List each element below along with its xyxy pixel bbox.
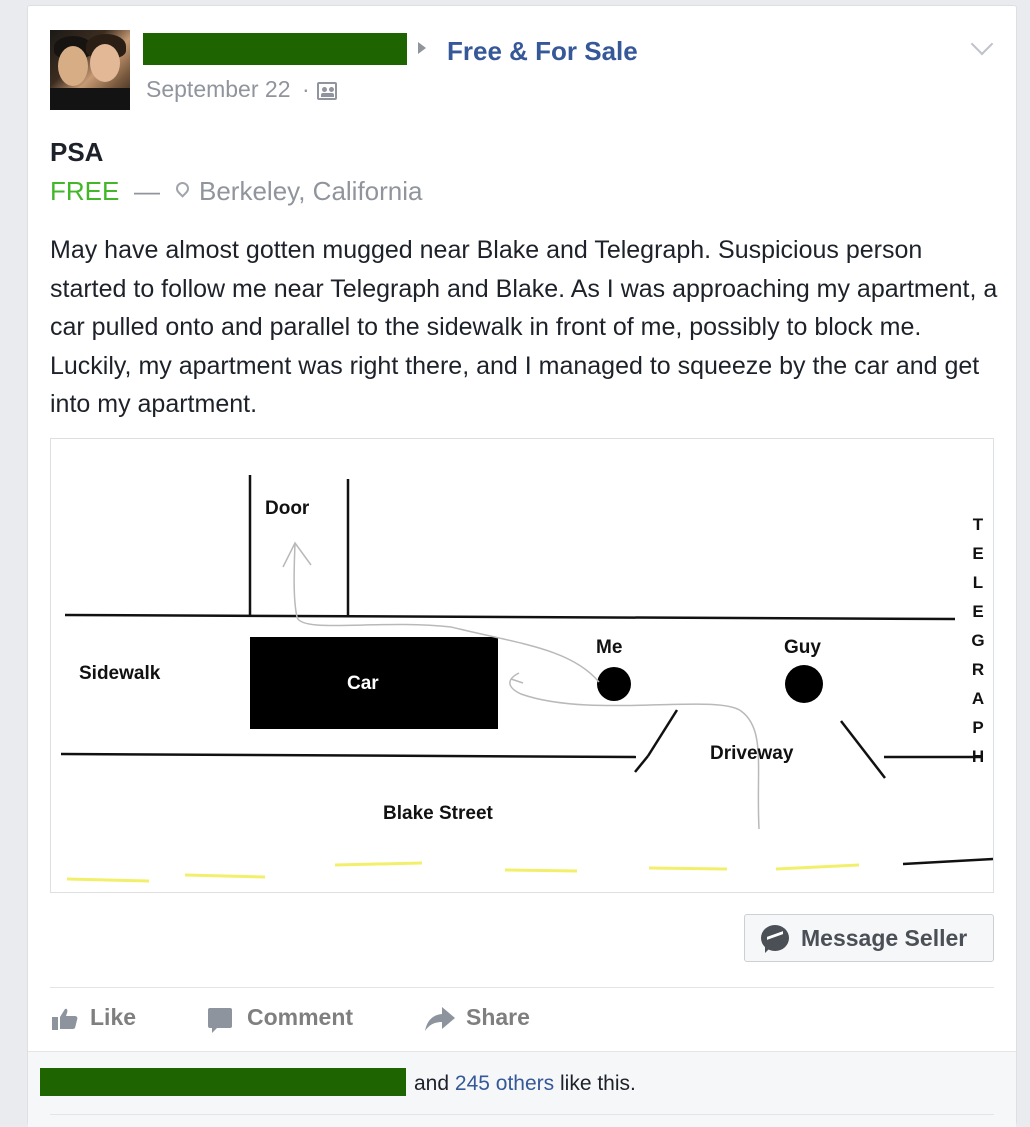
chevron-down-icon[interactable]	[970, 32, 994, 56]
message-seller-button[interactable]: Message Seller	[744, 914, 994, 962]
telegraph-letter: E	[972, 544, 983, 563]
like-button[interactable]: Like	[90, 1004, 136, 1031]
road-marking	[775, 863, 860, 871]
likes-suffix: like this.	[559, 1072, 636, 1095]
road-marking	[184, 873, 266, 879]
diagram-svg: Door Sidewalk Car Me Guy Driveway Blake …	[60, 475, 993, 883]
messenger-bolt	[767, 931, 783, 946]
message-seller-label: Message Seller	[801, 925, 968, 951]
likers-redaction	[40, 1068, 406, 1096]
guy-marker	[785, 665, 823, 703]
sidewalk-top-line	[64, 613, 956, 621]
price-label: FREE	[50, 176, 120, 206]
actions-divider	[50, 987, 994, 988]
price-separator: —	[134, 176, 160, 206]
telegraph-letter: G	[971, 631, 984, 650]
telegraph-letter: P	[972, 718, 983, 737]
guy-label: Guy	[784, 637, 821, 658]
road-marking	[504, 868, 578, 873]
post-timestamp[interactable]: September 22	[146, 76, 290, 103]
comment-button[interactable]: Comment	[247, 1004, 353, 1031]
author-name-redaction	[143, 33, 407, 65]
door-label: Door	[265, 498, 310, 519]
post-body: May have almost gotten mugged near Blake…	[50, 236, 998, 418]
telegraph-letter: A	[972, 689, 984, 708]
location-link[interactable]: Berkeley, California	[199, 176, 423, 207]
sidewalk-bottom-line-left	[60, 752, 637, 759]
map-pin-icon	[173, 179, 192, 198]
breadcrumb-arrow-icon	[418, 42, 426, 54]
post-card: Free & For Sale September 22 · PSA FREE …	[27, 5, 1017, 1127]
footer-divider	[50, 1114, 994, 1115]
road-marking	[334, 861, 423, 867]
author-avatar[interactable]	[50, 30, 130, 110]
avatar-detail	[90, 44, 120, 82]
blake-street-label: Blake Street	[383, 803, 494, 824]
road-marking	[648, 866, 728, 871]
telegraph-letter: E	[972, 602, 983, 621]
others-link[interactable]: 245 others	[455, 1072, 554, 1095]
likes-and-text: and	[414, 1072, 450, 1095]
telegraph-label: T E L E G R A P H	[971, 515, 984, 766]
meta-separator: ·	[302, 76, 310, 102]
avatar-detail	[50, 88, 130, 110]
telegraph-letter: T	[973, 515, 984, 534]
thumbs-up-icon	[52, 1008, 78, 1030]
me-label: Me	[596, 637, 622, 658]
group-name-link[interactable]: Free & For Sale	[447, 36, 638, 67]
share-icon	[425, 1007, 455, 1031]
street-edge-line	[902, 857, 993, 866]
avatar-detail	[58, 46, 88, 86]
post-title: PSA	[50, 137, 104, 167]
messenger-icon	[761, 925, 789, 953]
likes-summary: and 245 others like this.	[414, 1072, 636, 1096]
diagram-image[interactable]: Door Sidewalk Car Me Guy Driveway Blake …	[50, 438, 994, 893]
driveway-label: Driveway	[710, 743, 794, 764]
driveway-edge-right	[840, 720, 886, 779]
telegraph-letter: R	[972, 660, 984, 679]
me-marker	[597, 667, 631, 701]
comment-icon	[208, 1008, 232, 1033]
road-marking	[66, 877, 150, 883]
group-audience-icon[interactable]	[317, 82, 337, 100]
share-button[interactable]: Share	[466, 1004, 530, 1031]
car-label: Car	[347, 673, 379, 694]
telegraph-letter: H	[972, 747, 984, 766]
driveway-edge-left	[646, 709, 679, 757]
driveway-edge-left-lower	[634, 755, 649, 773]
telegraph-letter: L	[973, 573, 983, 592]
sidewalk-label: Sidewalk	[79, 663, 161, 684]
